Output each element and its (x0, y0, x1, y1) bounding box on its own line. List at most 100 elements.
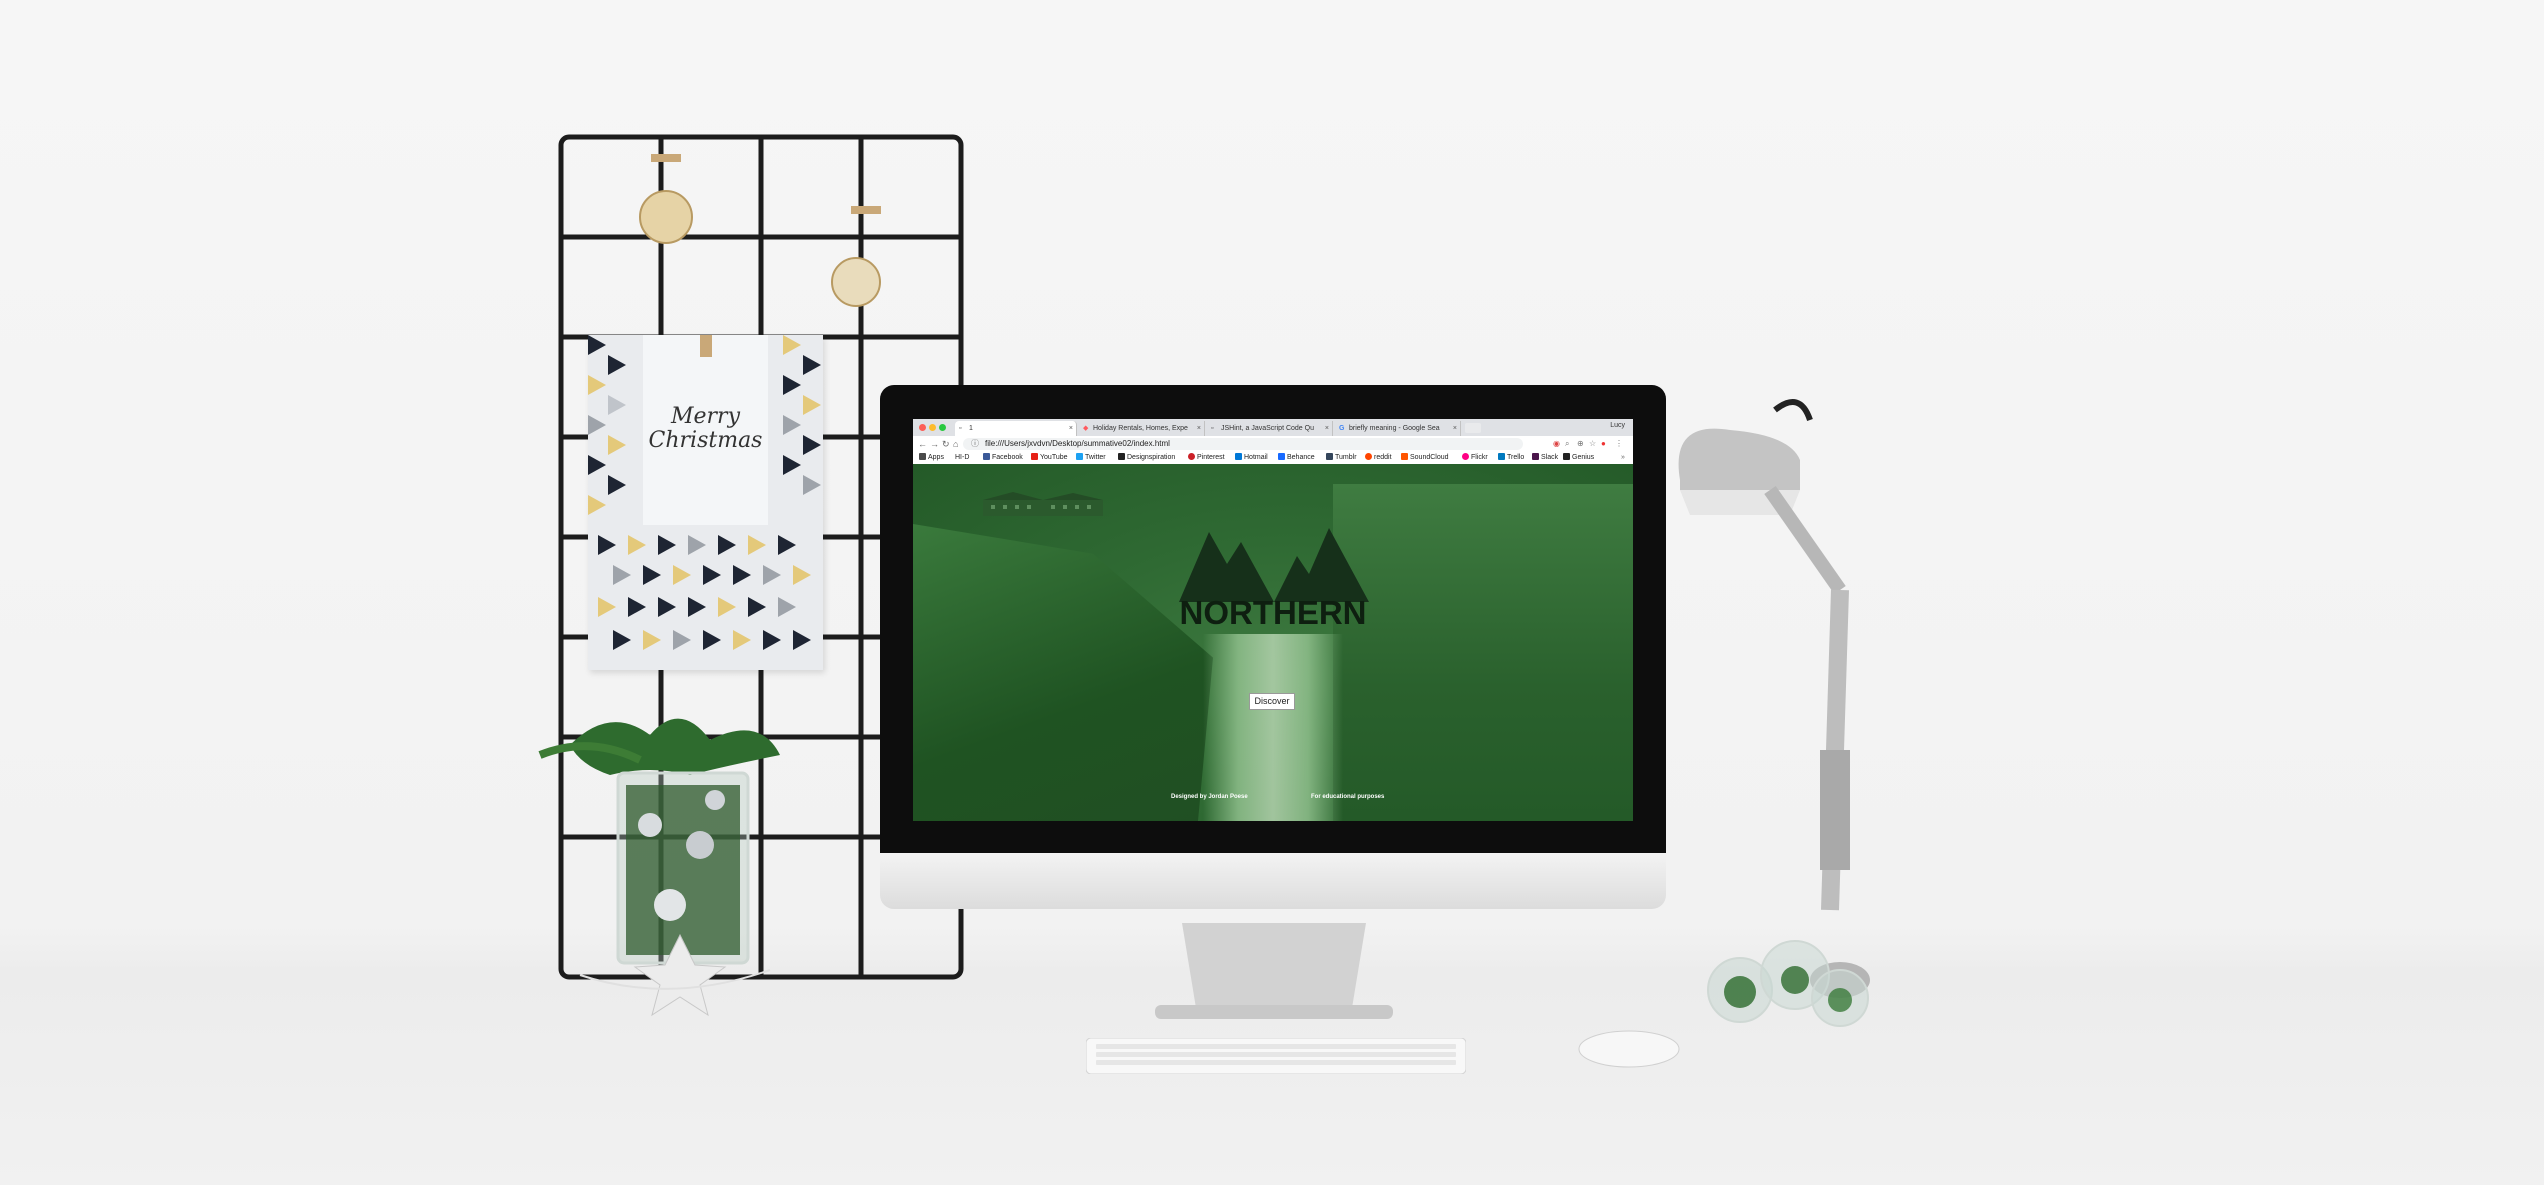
bookmark-facebook[interactable]: Facebook (983, 452, 1023, 464)
reload-icon[interactable]: ↻ (942, 438, 950, 450)
mouse (1578, 1030, 1680, 1068)
home-icon[interactable]: ⌂ (953, 438, 958, 450)
extension-icon[interactable]: ◉ (1553, 439, 1560, 449)
desk-lamp (1678, 399, 1870, 998)
bookmark-label: Trello (1507, 454, 1525, 461)
search-icon[interactable]: ⌕ (1565, 439, 1569, 449)
bookmark-label: Behance (1287, 454, 1315, 461)
genius-icon (1563, 453, 1570, 460)
lodge-image (983, 492, 1103, 516)
bookmark-behance[interactable]: Behance (1278, 452, 1315, 464)
bookmark-label: SoundCloud (1410, 454, 1449, 461)
tumblr-icon (1326, 453, 1333, 460)
close-tab-icon[interactable]: × (1325, 421, 1329, 436)
mountain-logo-icon (1179, 528, 1369, 602)
apps-grid-icon (919, 453, 926, 460)
keyboard (1086, 1038, 1466, 1074)
monitor-chin (880, 853, 1666, 909)
bookmark-reddit[interactable]: reddit (1365, 452, 1392, 464)
browser-tab[interactable]: G briefly meaning - Google Sea × (1335, 421, 1461, 436)
close-window-button[interactable] (919, 424, 926, 431)
hotmail-icon (1235, 453, 1242, 460)
facebook-icon (983, 453, 990, 460)
glass-ornaments (1707, 940, 1869, 1027)
card-insert: Merry Christmas (643, 335, 768, 525)
browser-tab[interactable]: ▫ JSHint, a JavaScript Code Qu × (1207, 421, 1333, 436)
card-greeting-text: Merry Christmas (648, 404, 763, 453)
bookmark-flickr[interactable]: Flickr (1462, 452, 1488, 464)
browser-tab-bar: ▫ 1 × ◆ Holiday Rentals, Homes, Expe × ▫… (913, 419, 1633, 436)
christmas-card: Merry Christmas (588, 335, 823, 670)
forward-arrow-icon[interactable]: → (930, 438, 939, 450)
monitor-bezel: ▫ 1 × ◆ Holiday Rentals, Homes, Expe × ▫… (880, 385, 1666, 853)
browser-tab[interactable]: ▫ 1 × (955, 421, 1077, 436)
browser-tab[interactable]: ◆ Holiday Rentals, Homes, Expe × (1079, 421, 1205, 436)
browser-window: ▫ 1 × ◆ Holiday Rentals, Homes, Expe × ▫… (913, 419, 1633, 821)
discover-button[interactable]: Discover (1249, 693, 1295, 710)
url-text: file:///Users/jxvdvn/Desktop/summative02… (985, 439, 1170, 448)
bookmark-genius[interactable]: Genius (1563, 452, 1594, 464)
tab-label: Holiday Rentals, Homes, Expe (1093, 425, 1188, 432)
soundcloud-icon (1401, 453, 1408, 460)
close-tab-icon[interactable]: × (1453, 421, 1457, 436)
bookmark-label: Tumblr (1335, 454, 1357, 461)
bookmark-hi-d[interactable]: HI-D (955, 452, 969, 464)
bookmark-trello[interactable]: Trello (1498, 452, 1524, 464)
bookmark-youtube[interactable]: YouTube (1031, 452, 1068, 464)
info-icon[interactable]: ⓘ (971, 438, 979, 450)
bookmark-label: Flickr (1471, 454, 1488, 461)
close-tab-icon[interactable]: × (1069, 421, 1073, 436)
maximize-window-button[interactable] (939, 424, 946, 431)
flickr-icon (1462, 453, 1469, 460)
new-tab-button[interactable] (1465, 423, 1481, 433)
minimize-window-button[interactable] (929, 424, 936, 431)
bookmark-apps[interactable]: Apps (919, 452, 944, 464)
twitter-icon (1076, 453, 1083, 460)
browser-toolbar: ← → ↻ ⌂ ⓘ file:///Users/jxvdvn/Desktop/s… (913, 436, 1633, 453)
zoom-icon[interactable]: ⊕ (1577, 439, 1584, 449)
pinterest-icon (1188, 453, 1195, 460)
tab-label: 1 (969, 425, 973, 432)
plant-vase (538, 718, 780, 1017)
bookmark-label: Facebook (992, 454, 1023, 461)
cliff-image (913, 524, 1213, 821)
bookmark-label: HI-D (955, 454, 970, 461)
wooden-clip (700, 335, 712, 357)
bookmark-label: Apps (928, 454, 944, 461)
bookmark-label: reddit (1374, 454, 1392, 461)
bookmark-designspiration[interactable]: Designspiration (1118, 452, 1175, 464)
more-bookmarks-icon[interactable]: » (1621, 452, 1625, 464)
menu-kebab-icon[interactable]: ⋮ (1615, 439, 1623, 449)
monitor-stand (1155, 923, 1393, 1019)
document-icon: ▫ (1211, 425, 1214, 432)
profile-name[interactable]: Lucy (1610, 422, 1625, 429)
bookmark-star-icon[interactable]: ☆ (1589, 439, 1596, 449)
imac-monitor: ▫ 1 × ◆ Holiday Rentals, Homes, Expe × ▫… (880, 385, 1666, 925)
bookmark-tumblr[interactable]: Tumblr (1326, 452, 1357, 464)
bookmark-label: Genius (1572, 454, 1595, 461)
bookmark-slack[interactable]: Slack (1532, 452, 1558, 464)
bookmark-label: YouTube (1040, 454, 1068, 461)
tab-label: JSHint, a JavaScript Code Qu (1221, 425, 1314, 432)
adblock-icon[interactable]: ● (1601, 439, 1606, 449)
footer-credit: Designed by Jordan Poese (1171, 794, 1248, 800)
close-tab-icon[interactable]: × (1197, 421, 1201, 436)
bookmark-soundcloud[interactable]: SoundCloud (1401, 452, 1449, 464)
slack-icon (1532, 453, 1539, 460)
bookmark-label: Twitter (1085, 454, 1106, 461)
bookmark-label: Hotmail (1244, 454, 1268, 461)
airbnb-icon: ◆ (1083, 425, 1089, 432)
website-hero: NORTHERN Discover Designed by Jordan Poe… (913, 464, 1633, 821)
back-arrow-icon[interactable]: ← (918, 438, 927, 450)
bookmark-pinterest[interactable]: Pinterest (1188, 452, 1225, 464)
bookmark-label: Pinterest (1197, 454, 1225, 461)
document-icon: ▫ (959, 425, 962, 432)
bookmark-twitter[interactable]: Twitter (1076, 452, 1106, 464)
bookmark-hotmail[interactable]: Hotmail (1235, 452, 1268, 464)
trello-icon (1498, 453, 1505, 460)
google-icon: G (1339, 425, 1345, 432)
reddit-icon (1365, 453, 1372, 460)
bookmark-label: Slack (1541, 454, 1559, 461)
forest-image (1333, 484, 1633, 821)
address-bar[interactable]: ⓘ file:///Users/jxvdvn/Desktop/summative… (963, 438, 1523, 450)
